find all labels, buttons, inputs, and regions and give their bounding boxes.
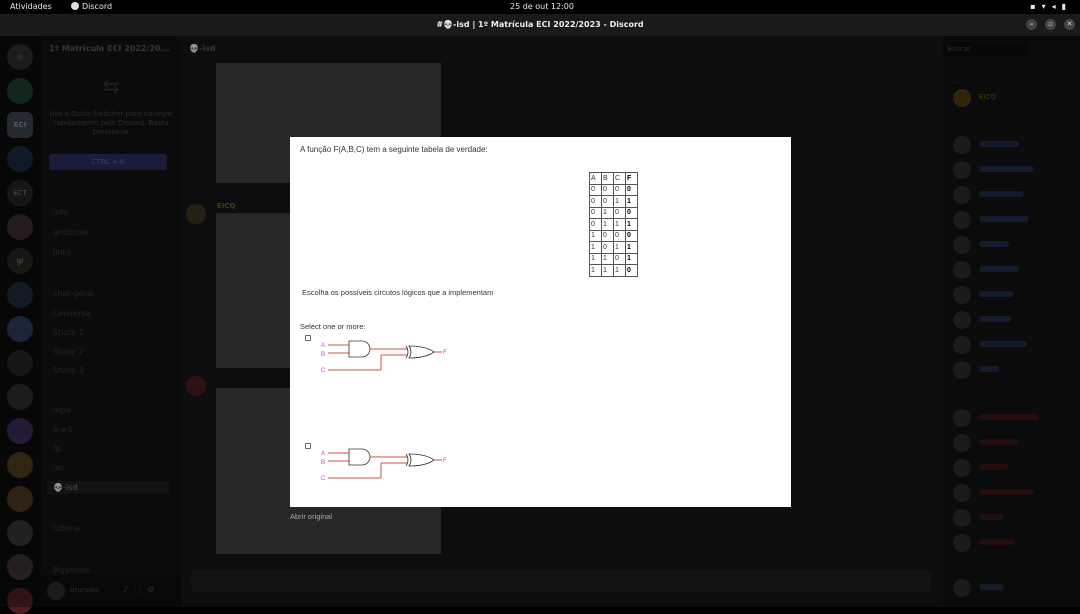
truth-table: A B C F 0000 0011 0100 0111 1000 1011 11… [589,172,638,277]
activities-button[interactable]: Atividades [10,2,52,11]
table-cell: 1 [589,252,602,265]
input-label-a: A [321,343,325,349]
table-cell: 0 [613,206,626,219]
output-label-f: F [443,458,447,464]
table-row: 1000 [589,229,638,242]
table-row: 0011 [589,195,638,208]
table-row: 1011 [589,241,638,254]
table-header: B [601,172,614,185]
input-label-b: B [321,460,325,466]
table-header: A [589,172,602,185]
table-cell: 1 [625,195,638,208]
table-row: 0100 [589,206,638,219]
table-cell: 1 [625,218,638,231]
table-cell: 0 [625,206,638,219]
minimize-button[interactable]: – [1026,19,1037,30]
input-label-c: C [321,476,326,482]
xor-gate-back-curve [405,345,409,359]
output-label-f: F [443,350,447,356]
table-cell: 1 [589,264,602,277]
xor-gate-icon [408,345,435,359]
table-cell: 1 [601,264,614,277]
input-label-b: B [321,352,325,358]
maximize-button[interactable]: ▫ [1045,19,1056,30]
table-row: 1110 [589,264,638,277]
table-row: 0111 [589,218,638,231]
table-cell: 1 [613,195,626,208]
input-label-c: C [321,368,326,374]
table-row: 1101 [589,252,638,265]
table-cell: 0 [625,229,638,242]
table-cell: 0 [625,183,638,196]
table-cell: 0 [613,183,626,196]
system-topbar: Atividades Discord 25 de out 12:00 ▪▾◂▮ [0,0,1080,14]
window-title: #💀-isd | 1º Matrícula ECI 2022/2023 - Di… [436,20,644,29]
table-header: C [613,172,626,185]
open-original-link[interactable]: Abrir original [290,512,332,521]
logic-circuit-2: A B C F [321,448,447,482]
table-cell: 1 [613,264,626,277]
app-menu-label: Discord [82,2,113,11]
question-text: A função F(A,B,C) tem a seguinte tabela … [300,145,488,154]
logic-circuit-1: A B C F [321,340,447,374]
table-cell: 1 [601,218,614,231]
input-label-a: A [321,451,325,457]
discord-icon [71,2,79,10]
table-cell: 0 [601,195,614,208]
table-cell: 1 [601,252,614,265]
xor-gate-back-curve [405,453,409,467]
table-cell: 1 [589,241,602,254]
table-header-row: A B C F [589,172,638,185]
table-cell: 1 [625,252,638,265]
table-cell: 1 [589,229,602,242]
instruction-text: Escolha os possíveis circutos lógicos qu… [302,288,494,297]
table-cell: 0 [613,252,626,265]
table-cell: 0 [589,183,602,196]
table-cell: 0 [601,241,614,254]
table-cell: 1 [625,241,638,254]
and-gate-icon [348,340,371,358]
xor-gate-icon [408,453,435,467]
table-cell: 0 [589,218,602,231]
table-cell: 0 [601,183,614,196]
table-row: 0000 [589,183,638,196]
and-gate-icon [348,448,371,466]
table-cell: 1 [613,218,626,231]
close-button[interactable]: ✕ [1064,19,1075,30]
table-cell: 0 [601,229,614,242]
clock[interactable]: 25 de out 12:00 [510,2,574,11]
option-checkbox-1[interactable] [305,335,311,341]
table-cell: 0 [625,264,638,277]
table-cell: 1 [601,206,614,219]
table-header: F [625,172,638,185]
table-cell: 1 [613,241,626,254]
image-preview-modal: A função F(A,B,C) tem a seguinte tabela … [290,137,791,507]
table-cell: 0 [613,229,626,242]
system-tray[interactable]: ▪▾◂▮ [1030,2,1072,11]
option-checkbox-2[interactable] [305,443,311,449]
select-label: Select one or more: [300,322,366,331]
app-menu[interactable]: Discord [71,2,112,11]
table-cell: 0 [589,195,602,208]
window-titlebar: #💀-isd | 1º Matrícula ECI 2022/2023 - Di… [0,14,1080,36]
table-cell: 0 [589,206,602,219]
